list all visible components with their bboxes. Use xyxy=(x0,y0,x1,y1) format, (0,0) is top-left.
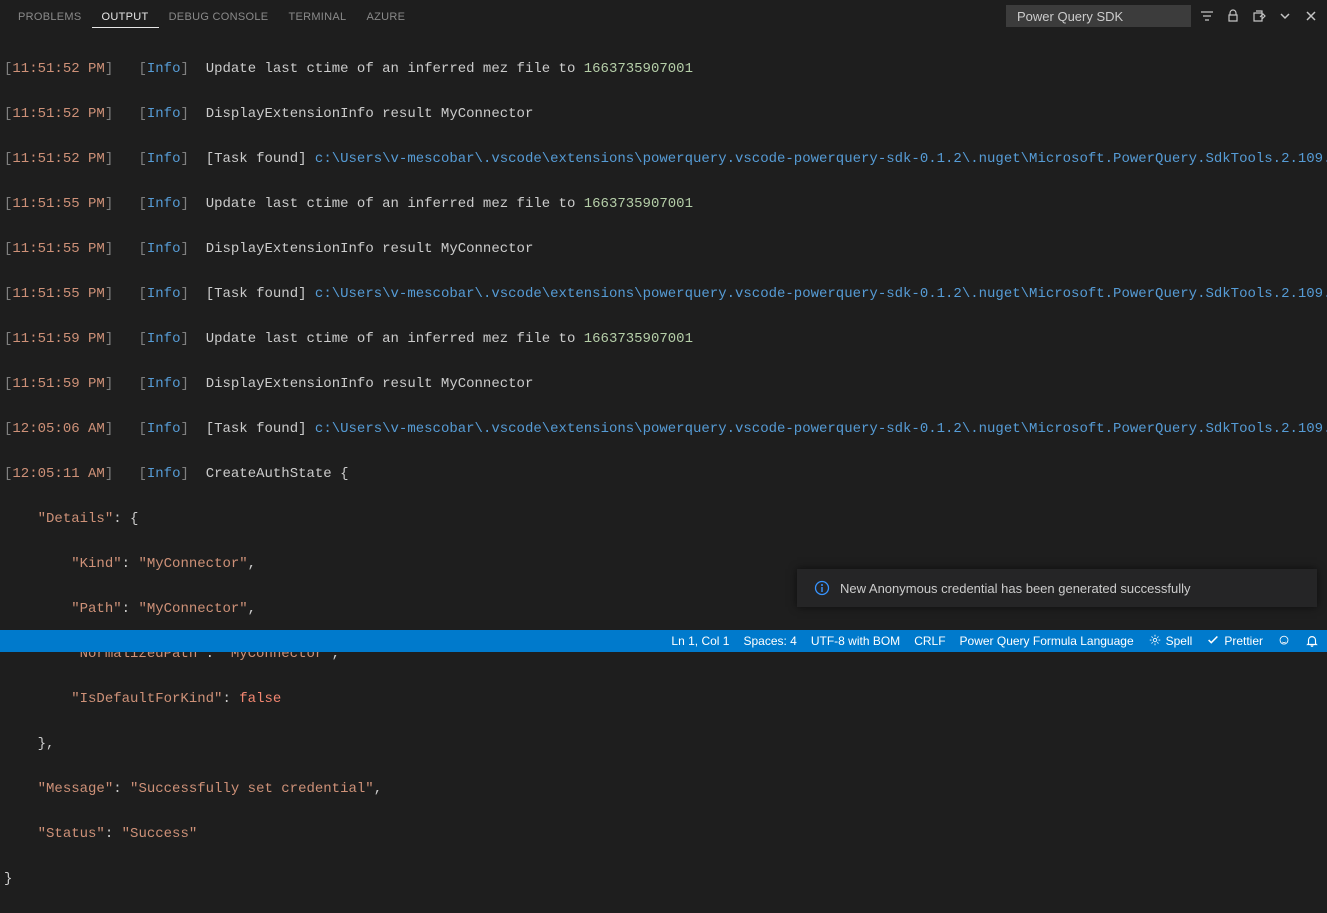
clear-output-icon[interactable] xyxy=(1251,8,1267,24)
notification-toast[interactable]: New Anonymous credential has been genera… xyxy=(797,569,1317,607)
status-ln-col[interactable]: Ln 1, Col 1 xyxy=(671,634,729,648)
lock-icon[interactable] xyxy=(1225,8,1241,24)
check-icon xyxy=(1206,633,1220,650)
output-log[interactable]: [11:51:52 PM] [Info] Update last ctime o… xyxy=(0,33,1327,913)
tab-problems[interactable]: PROBLEMS xyxy=(8,5,92,28)
output-channel-select[interactable]: Power Query SDK xyxy=(1006,5,1191,27)
tab-terminal[interactable]: TERMINAL xyxy=(278,5,356,28)
status-eol[interactable]: CRLF xyxy=(914,634,945,648)
status-bar: Ln 1, Col 1 Spaces: 4 UTF-8 with BOM CRL… xyxy=(0,630,1327,652)
tab-output[interactable]: OUTPUT xyxy=(92,5,159,28)
gear-icon xyxy=(1148,633,1162,650)
tab-debug-console[interactable]: DEBUG CONSOLE xyxy=(159,5,279,28)
notification-message: New Anonymous credential has been genera… xyxy=(840,581,1191,596)
status-language[interactable]: Power Query Formula Language xyxy=(960,634,1134,648)
filter-icon[interactable] xyxy=(1199,8,1215,24)
chevron-down-collapse-icon[interactable] xyxy=(1277,8,1293,24)
status-encoding[interactable]: UTF-8 with BOM xyxy=(811,634,900,648)
status-spaces[interactable]: Spaces: 4 xyxy=(743,634,796,648)
status-bell-icon[interactable] xyxy=(1305,634,1319,648)
output-channel-label: Power Query SDK xyxy=(1017,9,1123,24)
close-panel-icon[interactable] xyxy=(1303,8,1319,24)
status-spell[interactable]: Spell xyxy=(1148,633,1193,650)
panel-header: PROBLEMS OUTPUT DEBUG CONSOLE TERMINAL A… xyxy=(0,0,1327,33)
panel-header-actions xyxy=(1199,8,1319,24)
status-feedback-icon[interactable] xyxy=(1277,634,1291,648)
info-icon xyxy=(814,580,830,596)
panel-tabs: PROBLEMS OUTPUT DEBUG CONSOLE TERMINAL A… xyxy=(8,5,415,28)
tab-azure[interactable]: AZURE xyxy=(356,5,415,28)
status-prettier[interactable]: Prettier xyxy=(1206,633,1263,650)
